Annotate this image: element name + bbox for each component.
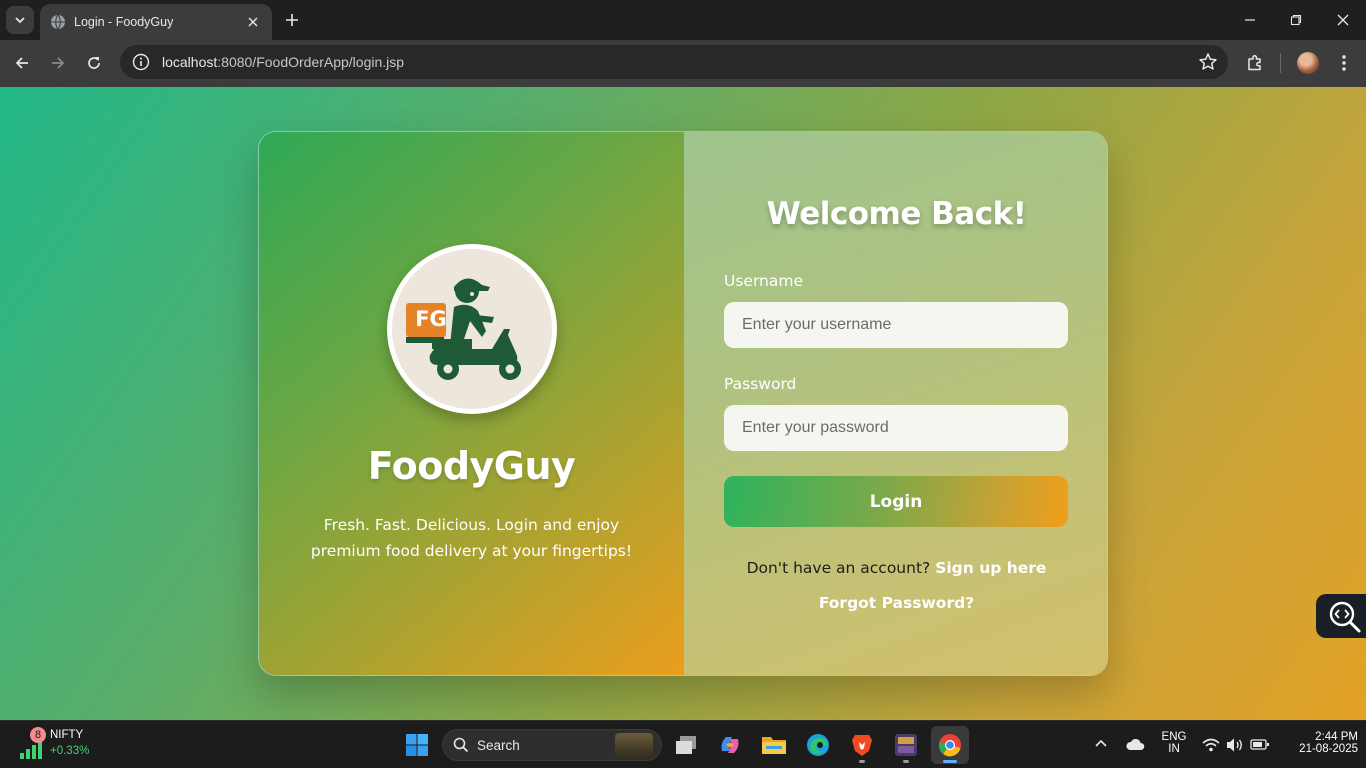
search-highlight-image [615, 733, 653, 759]
clock-time: 2:44 PM [1315, 731, 1358, 743]
close-window-button[interactable] [1320, 0, 1366, 40]
tray-overflow-button[interactable] [1094, 735, 1114, 755]
task-view-button[interactable] [667, 726, 705, 764]
browser-toolbar: localhost:8080/FoodOrderApp/login.jsp [0, 40, 1366, 87]
copilot-icon [721, 737, 739, 753]
new-tab-button[interactable] [280, 8, 304, 32]
windows-logo-icon [406, 734, 428, 756]
brave-lion-icon [852, 735, 872, 756]
taskbar-search[interactable]: Search [442, 729, 662, 761]
login-button[interactable]: Login [724, 476, 1068, 527]
running-indicator [903, 760, 909, 763]
system-status-icons[interactable] [1202, 736, 1272, 756]
site-info-icon[interactable] [132, 53, 150, 71]
cloud-icon [1126, 738, 1145, 750]
tagline-line-2: premium food delivery at your fingertips… [310, 542, 633, 560]
forgot-password-link[interactable]: Forgot Password? [684, 594, 1107, 612]
chrome-app[interactable] [931, 726, 969, 764]
chevron-down-icon [15, 17, 25, 24]
floating-inspect-button[interactable] [1316, 594, 1366, 638]
code-search-icon [1329, 601, 1361, 633]
arrow-left-icon [15, 57, 28, 69]
login-form-panel: Welcome Back! Username Password Login Do… [684, 132, 1107, 675]
signup-link[interactable]: Sign up here [935, 559, 1046, 577]
game-app[interactable] [887, 726, 925, 764]
language-indicator[interactable]: ENG IN [1158, 731, 1190, 755]
welcome-heading: Welcome Back! [766, 196, 1027, 232]
volume-icon [1227, 738, 1242, 752]
brave-app[interactable] [843, 726, 881, 764]
minimize-icon [1245, 19, 1255, 21]
more-vertical-icon [1342, 55, 1346, 71]
toolbar-divider [1280, 53, 1281, 73]
task-view-icon [676, 736, 696, 754]
notification-badge: 8 [30, 727, 46, 743]
edge-app[interactable] [799, 726, 837, 764]
globe-icon [51, 14, 65, 30]
plus-icon [286, 14, 298, 26]
signup-prompt: Don't have an account? [746, 559, 931, 577]
chevron-up-icon [1095, 739, 1107, 747]
search-label: Search [477, 737, 520, 753]
tab-title: Login - FoodyGuy [74, 15, 174, 29]
minimize-button[interactable] [1227, 0, 1273, 40]
tab-search-button[interactable] [6, 6, 34, 34]
clock-date: 21-08-2025 [1299, 743, 1358, 755]
battery-icon [1250, 739, 1269, 750]
arrow-right-icon [52, 57, 65, 69]
widget-name: NIFTY [50, 729, 84, 741]
login-card: FG FoodyGuy Fresh. Fast. Delicious. Logi… [258, 131, 1108, 676]
wifi-icon [1202, 738, 1220, 752]
brand-tagline: Fresh. Fast. Delicious. Login and enjoy … [299, 512, 644, 564]
nifty-widget[interactable]: 8 NIFTY +0.33% [18, 727, 108, 763]
close-tab-icon[interactable] [244, 13, 262, 31]
onedrive-button[interactable] [1125, 736, 1149, 754]
active-tab[interactable]: Login - FoodyGuy [40, 4, 272, 40]
back-button[interactable] [7, 48, 37, 78]
file-explorer-app[interactable] [755, 726, 793, 764]
folder-icon [762, 737, 786, 754]
url-path: :8080/FoodOrderApp/login.jsp [217, 54, 405, 70]
game-app-icon [895, 734, 917, 756]
address-bar[interactable]: localhost:8080/FoodOrderApp/login.jsp [120, 45, 1228, 79]
copilot-app[interactable] [711, 726, 749, 764]
start-button[interactable] [398, 726, 436, 764]
widget-value: +0.33% [50, 745, 90, 757]
puzzle-icon [1248, 55, 1261, 71]
extensions-button[interactable] [1243, 51, 1267, 75]
close-icon [1337, 14, 1349, 26]
reload-icon [88, 57, 100, 69]
page-viewport: FG FoodyGuy Fresh. Fast. Delicious. Logi… [0, 87, 1366, 720]
foodyguy-logo: FG [387, 244, 557, 414]
menu-button[interactable] [1332, 51, 1356, 75]
url-text: localhost:8080/FoodOrderApp/login.jsp [162, 54, 404, 70]
restore-icon [1290, 14, 1302, 26]
restore-button[interactable] [1273, 0, 1319, 40]
search-icon [453, 737, 469, 753]
running-indicator [943, 760, 957, 763]
reload-button[interactable] [79, 48, 109, 78]
password-input[interactable] [724, 405, 1068, 451]
windows-taskbar: 8 NIFTY +0.33% Search ENG IN 2:44 PM 21-… [0, 720, 1366, 768]
language-code: ENG [1161, 731, 1187, 743]
edge-icon [807, 734, 829, 756]
running-indicator [859, 760, 865, 763]
username-label: Username [724, 272, 804, 290]
brand-panel: FG FoodyGuy Fresh. Fast. Delicious. Logi… [259, 132, 684, 675]
forward-button[interactable] [43, 48, 73, 78]
url-host: localhost [162, 54, 218, 70]
signup-prompt-line: Don't have an account? Sign up here [684, 559, 1107, 577]
tagline-line-1: Fresh. Fast. Delicious. Login and enjoy [323, 516, 620, 534]
bookmark-star-icon[interactable] [1198, 52, 1218, 72]
logo-text: FG [415, 307, 447, 331]
tab-strip: Login - FoodyGuy [0, 0, 1366, 40]
region-code: IN [1168, 743, 1180, 755]
password-label: Password [724, 375, 797, 393]
clock[interactable]: 2:44 PM 21-08-2025 [1280, 731, 1358, 755]
username-input[interactable] [724, 302, 1068, 348]
profile-avatar[interactable] [1297, 52, 1319, 74]
brand-name: FoodyGuy [367, 444, 576, 488]
chrome-icon [938, 734, 961, 757]
